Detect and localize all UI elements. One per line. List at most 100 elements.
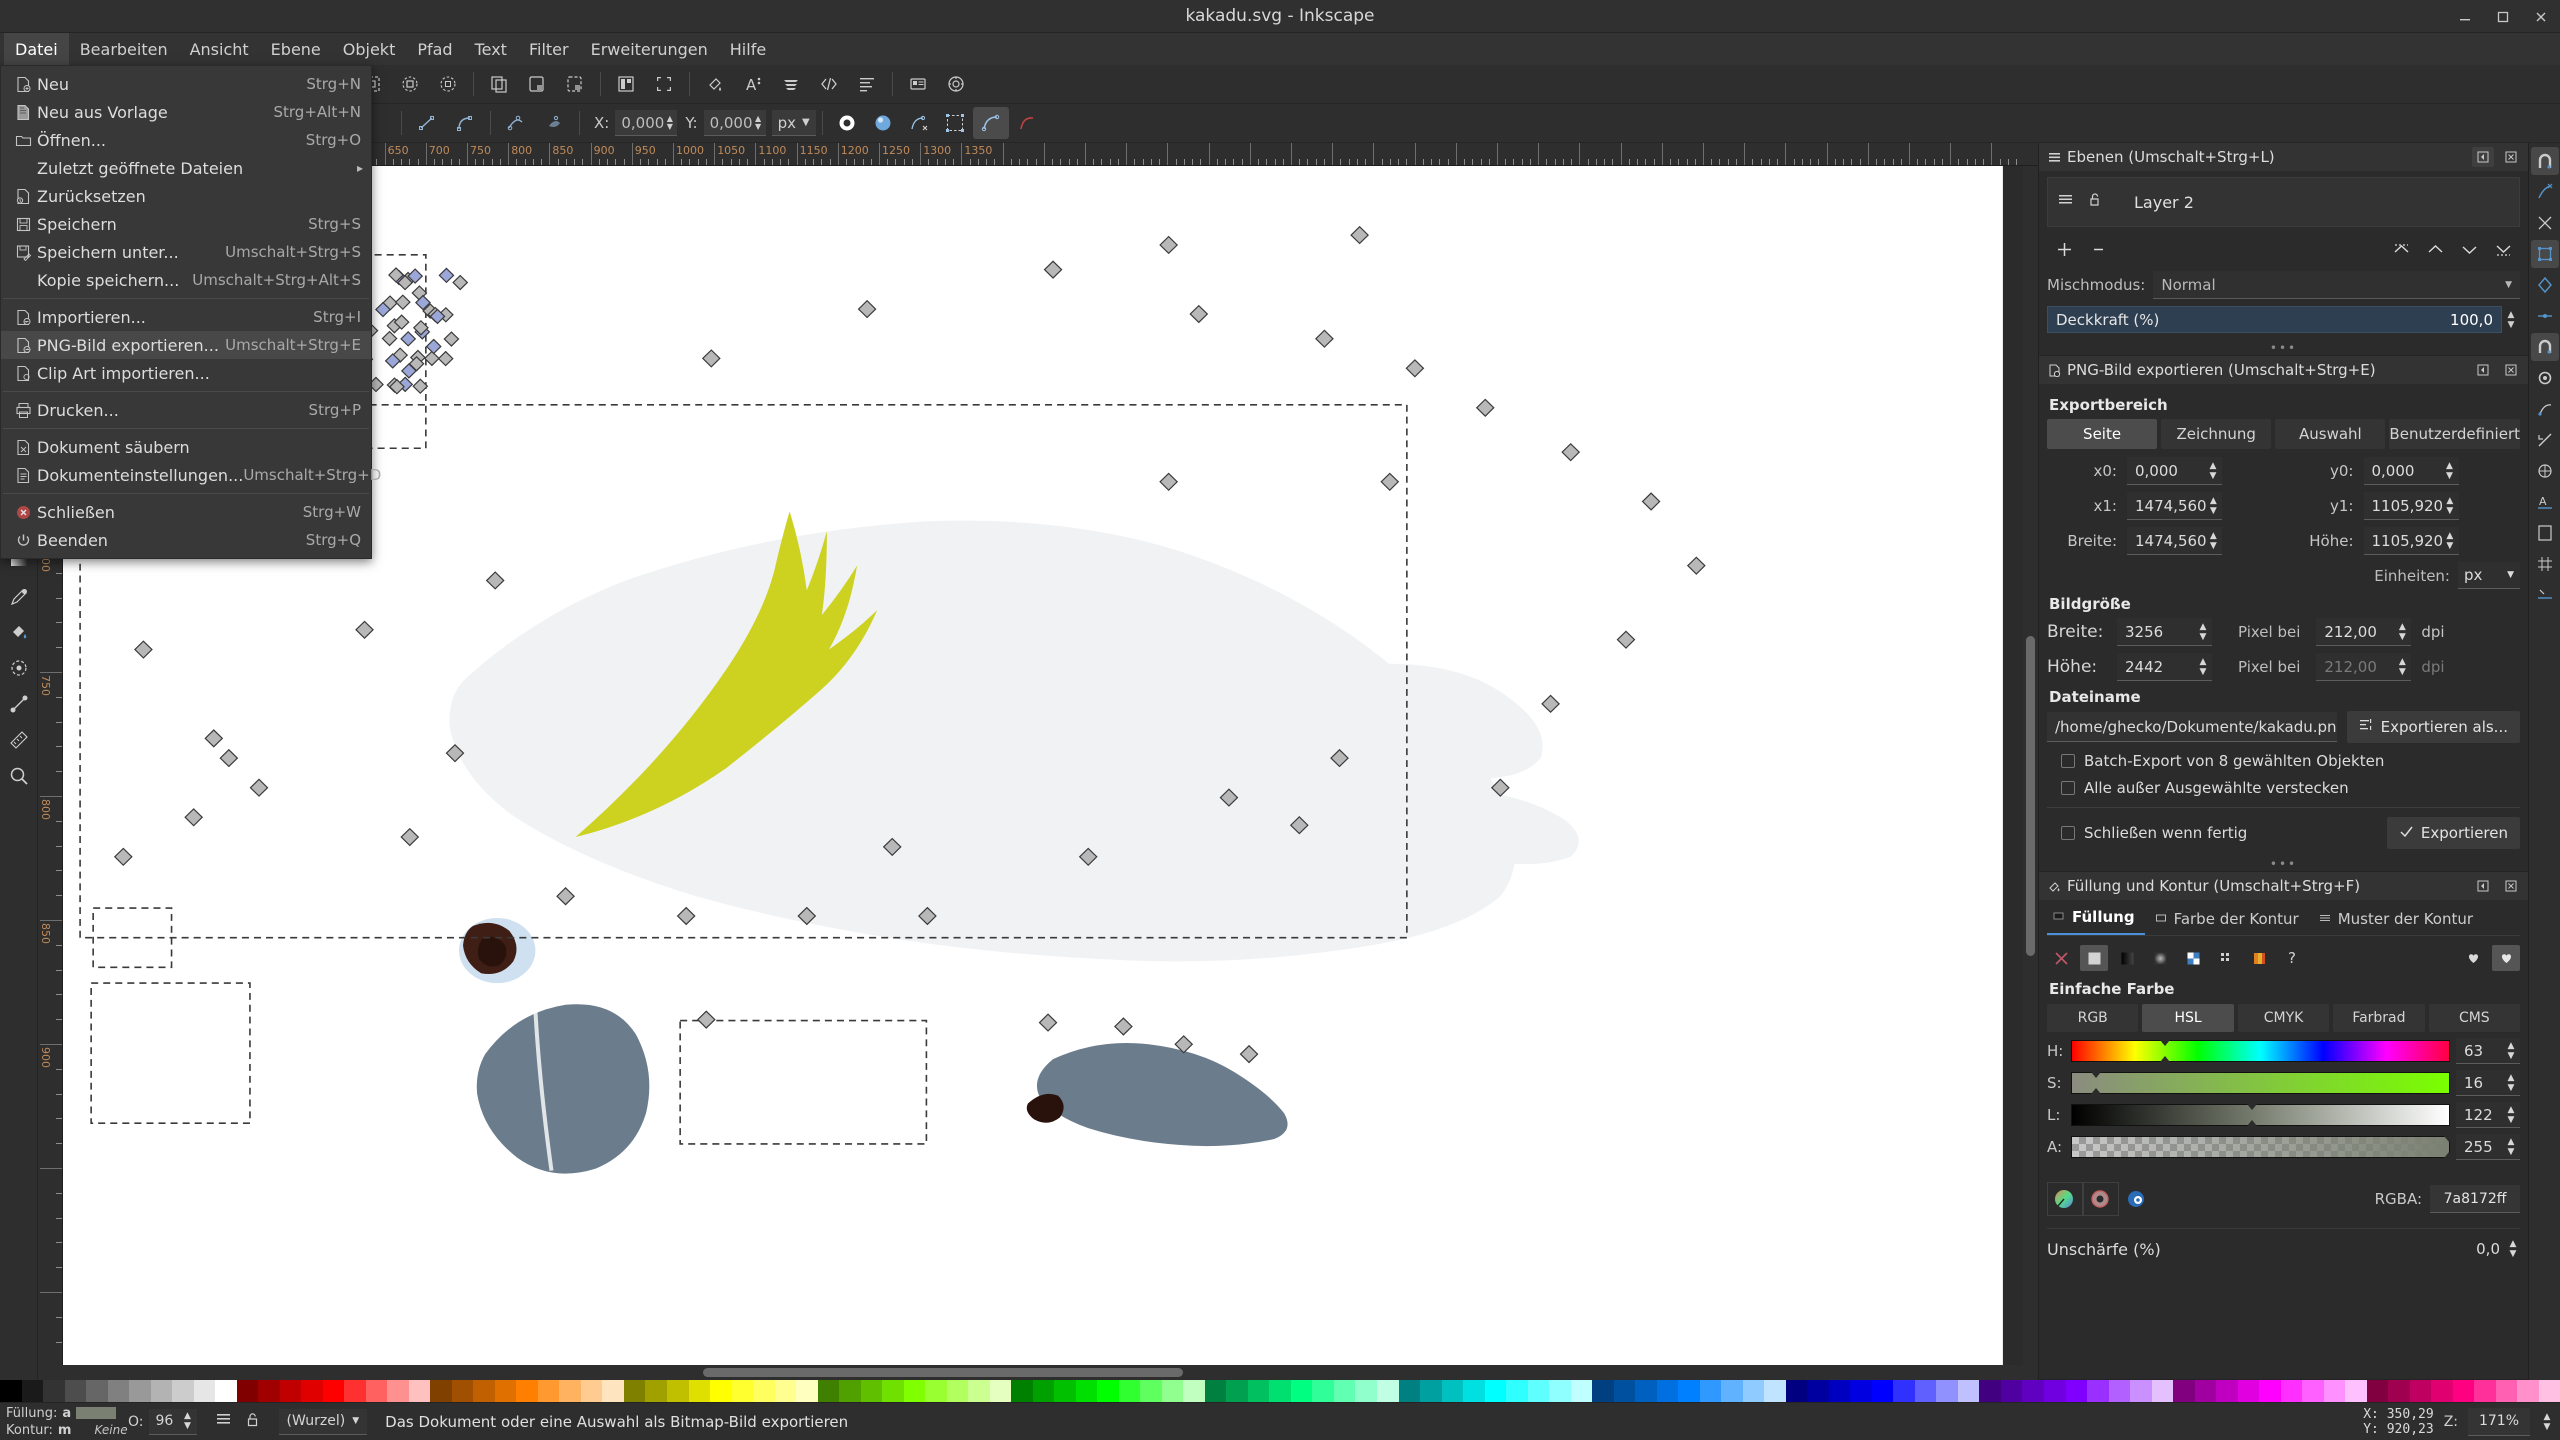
ungroup-icon[interactable]: [556, 67, 594, 101]
path-node-handle[interactable]: [115, 848, 132, 865]
image-width-input[interactable]: 3256 ▲▼: [2117, 618, 2212, 646]
palette-swatch[interactable]: [1226, 1380, 1248, 1402]
object-to-path-icon[interactable]: [829, 107, 865, 139]
path-node-handle[interactable]: [389, 268, 403, 282]
slider-marker-bottom[interactable]: [2247, 1120, 2257, 1126]
path-node-handle[interactable]: [390, 380, 404, 394]
lower-to-bottom-icon[interactable]: [2486, 235, 2520, 263]
file-menu-item-dokumenteinstellungen[interactable]: Dokumenteinstellungen...Umschalt+Strg+D: [1, 461, 371, 489]
unlock-icon[interactable]: [244, 1411, 261, 1432]
palette-swatch[interactable]: [1743, 1380, 1765, 1402]
export-field-stepper[interactable]: ▲▼: [2443, 496, 2456, 516]
slider-marker-bottom[interactable]: [2091, 1088, 2101, 1094]
path-node-handle[interactable]: [439, 308, 453, 322]
color-slider-stepper[interactable]: ▲▼: [2504, 1105, 2518, 1125]
palette-swatch[interactable]: [194, 1380, 216, 1402]
collapse-icon[interactable]: [2472, 147, 2494, 167]
palette-swatch[interactable]: [1635, 1380, 1657, 1402]
raise-to-top-icon[interactable]: [2384, 235, 2418, 263]
palette-swatch[interactable]: [1614, 1380, 1636, 1402]
palette-swatch[interactable]: [1463, 1380, 1485, 1402]
path-node-handle[interactable]: [1241, 1046, 1258, 1063]
slider-marker-bottom[interactable]: [2444, 1152, 2454, 1158]
path-node-handle[interactable]: [1190, 306, 1207, 323]
palette-swatch[interactable]: [1528, 1380, 1550, 1402]
slider-marker-bottom[interactable]: [2160, 1056, 2170, 1062]
file-menu-item-kopie-speichern[interactable]: Kopie speichern...Umschalt+Strg+Alt+S: [1, 266, 371, 294]
group-icon[interactable]: [518, 67, 556, 101]
show-outline-icon[interactable]: [973, 107, 1009, 139]
palette-swatch[interactable]: [925, 1380, 947, 1402]
path-node-handle[interactable]: [412, 286, 426, 300]
snap-node-smooth-icon[interactable]: [2531, 364, 2559, 392]
select-all-layers-icon[interactable]: [391, 67, 429, 101]
snap-midpoints-icon[interactable]: [2531, 395, 2559, 423]
path-node-handle[interactable]: [1381, 473, 1398, 490]
palette-swatch[interactable]: [366, 1380, 388, 1402]
hide-others-checkbox-row[interactable]: Alle außer Ausgewählte verstecken: [2047, 779, 2520, 797]
palette-swatch[interactable]: [2302, 1380, 2324, 1402]
join-node-icon[interactable]: [408, 106, 446, 140]
xml-editor-icon[interactable]: [810, 67, 848, 101]
palette-swatch[interactable]: [753, 1380, 775, 1402]
palette-swatch[interactable]: [732, 1380, 754, 1402]
layers-icon[interactable]: [215, 1411, 232, 1432]
pick-alpha-icon[interactable]: [2119, 1182, 2155, 1216]
palette-swatch[interactable]: [237, 1380, 259, 1402]
palette-swatch[interactable]: [602, 1380, 624, 1402]
show-bbox-icon[interactable]: [937, 107, 973, 139]
palette-swatch[interactable]: [1592, 1380, 1614, 1402]
make-curve-icon[interactable]: [446, 106, 484, 140]
path-node-handle[interactable]: [1045, 261, 1062, 278]
palette-swatch[interactable]: [559, 1380, 581, 1402]
path-node-handle[interactable]: [382, 332, 396, 346]
add-layer-icon[interactable]: [2047, 235, 2081, 263]
path-node-handle[interactable]: [884, 839, 901, 856]
menu-item-filter[interactable]: Filter: [518, 33, 580, 65]
path-node-handle[interactable]: [401, 332, 415, 346]
path-node-handle[interactable]: [401, 273, 415, 287]
export-as-button[interactable]: Exportieren als...: [2347, 711, 2520, 743]
palette-swatch[interactable]: [1162, 1380, 1184, 1402]
palette-swatch[interactable]: [2216, 1380, 2238, 1402]
path-node-handle[interactable]: [135, 641, 152, 658]
menu-item-datei[interactable]: Datei: [4, 33, 69, 65]
palette-swatch[interactable]: [86, 1380, 108, 1402]
blend-mode-combo[interactable]: Normal ▼: [2153, 271, 2520, 299]
path-node-handle[interactable]: [413, 379, 427, 393]
file-menu-item-png-bild-exportieren[interactable]: PNG-Bild exportieren...Umschalt+Strg+E: [1, 331, 371, 359]
path-node-handle[interactable]: [1406, 360, 1423, 377]
palette-swatch[interactable]: [2496, 1380, 2518, 1402]
fill-stroke-icon[interactable]: [696, 67, 734, 101]
export-field-input[interactable]: 1474,560▲▼: [2127, 492, 2222, 520]
node-y-input[interactable]: 0,000 ▲▼: [704, 110, 766, 136]
snap-page-border-icon[interactable]: [2531, 519, 2559, 547]
snap-bbox-edge-icon[interactable]: [2531, 209, 2559, 237]
palette-swatch[interactable]: [1485, 1380, 1507, 1402]
align-icon[interactable]: [607, 67, 645, 101]
snap-bbox-corner-icon[interactable]: [2531, 240, 2559, 268]
cusp-node-icon[interactable]: [497, 106, 535, 140]
duplicate-icon[interactable]: [480, 67, 518, 101]
file-menu-item-zurücksetzen[interactable]: Zurücksetzen: [1, 182, 371, 210]
dropper-tool[interactable]: [2, 579, 36, 613]
filename-input[interactable]: /home/ghecko/Dokumente/kakadu.png: [2047, 712, 2337, 742]
palette-swatch[interactable]: [2410, 1380, 2432, 1402]
panel-grip[interactable]: •••: [2039, 341, 2528, 355]
palette-swatch[interactable]: [1033, 1380, 1055, 1402]
path-node-handle[interactable]: [401, 829, 418, 846]
palette-swatch[interactable]: [2431, 1380, 2453, 1402]
path-node-handle[interactable]: [427, 339, 441, 353]
path-node-handle[interactable]: [185, 809, 202, 826]
palette-swatch[interactable]: [258, 1380, 280, 1402]
path-node-handle[interactable]: [408, 269, 422, 283]
path-node-handle[interactable]: [430, 309, 444, 323]
color-slider-stepper[interactable]: ▲▼: [2504, 1041, 2518, 1061]
palette-swatch[interactable]: [1872, 1380, 1894, 1402]
layers-icon[interactable]: [772, 67, 810, 101]
path-node-handle[interactable]: [1115, 1018, 1132, 1035]
export-field-input[interactable]: 1105,920▲▼: [2364, 492, 2459, 520]
color-slider-input[interactable]: 16▲▼: [2456, 1070, 2520, 1096]
palette-swatch[interactable]: [1936, 1380, 1958, 1402]
slider-marker-top[interactable]: [2444, 1136, 2454, 1142]
